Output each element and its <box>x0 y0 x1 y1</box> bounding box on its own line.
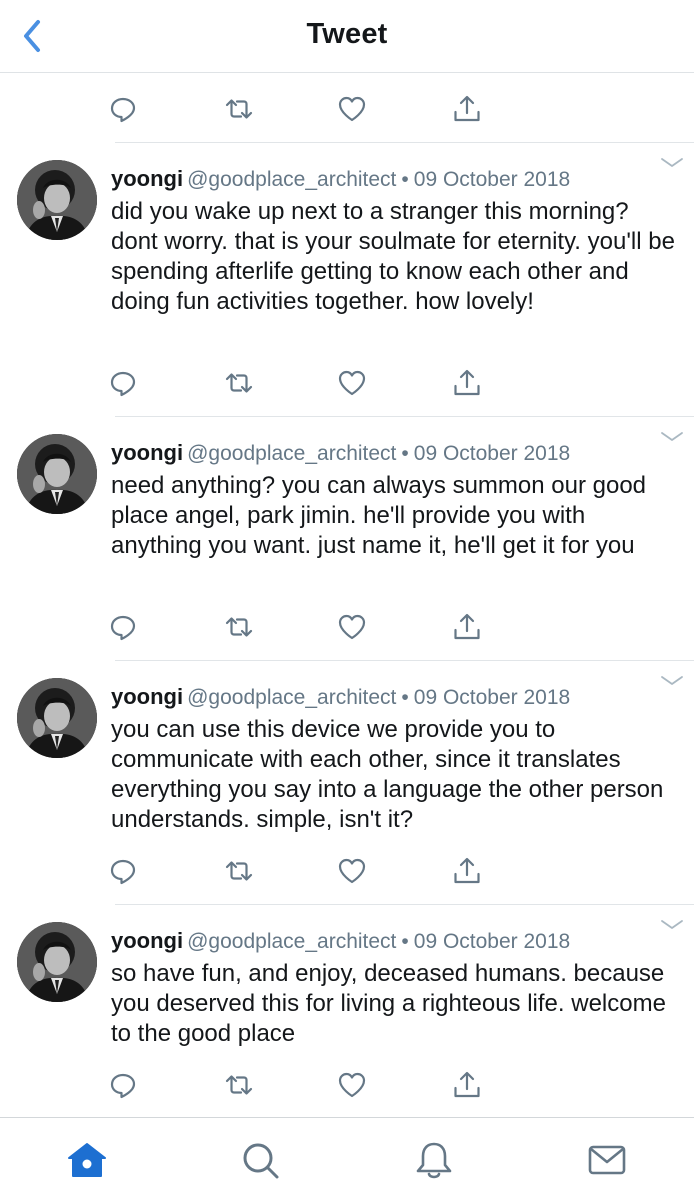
tweet-menu-button[interactable] <box>660 430 684 444</box>
retweet-button[interactable] <box>224 368 254 398</box>
separator: • <box>401 930 409 953</box>
share-icon <box>452 612 482 642</box>
reply-icon <box>108 94 138 124</box>
like-button[interactable] <box>337 94 367 124</box>
tweet-menu-button[interactable] <box>660 156 684 170</box>
tweet-text: need anything? you can always summon our… <box>111 472 647 559</box>
retweet-button[interactable] <box>224 94 254 124</box>
reply-icon <box>108 856 138 886</box>
share-icon <box>452 1070 482 1100</box>
tweet-header: yoongi @goodplace_architect • 09 October 20… <box>111 928 570 955</box>
divider <box>115 660 694 661</box>
avatar[interactable] <box>17 678 97 758</box>
tweet-actions <box>0 1064 694 1104</box>
display-name[interactable]: yoongi <box>111 166 183 191</box>
tweet-actions <box>0 850 694 890</box>
like-icon <box>337 856 367 886</box>
notifications-icon <box>416 1142 452 1179</box>
reply-icon <box>108 1070 138 1100</box>
chevron-down-icon <box>660 156 684 170</box>
retweet-icon <box>224 612 254 642</box>
handle[interactable]: @goodplace_architect <box>187 442 396 465</box>
like-icon <box>337 612 367 642</box>
chevron-down-icon <box>660 674 684 688</box>
reply-button[interactable] <box>108 368 138 398</box>
home-icon <box>68 1143 106 1177</box>
retweet-icon <box>224 368 254 398</box>
like-icon <box>337 368 367 398</box>
display-name[interactable]: yoongi <box>111 684 183 709</box>
tab-messages[interactable] <box>585 1138 629 1182</box>
share-icon <box>452 94 482 124</box>
tab-notifications[interactable] <box>412 1138 456 1182</box>
retweet-button[interactable] <box>224 612 254 642</box>
reply-button[interactable] <box>108 94 138 124</box>
retweet-button[interactable] <box>224 1070 254 1100</box>
avatar[interactable] <box>17 922 97 1002</box>
search-icon <box>243 1143 279 1179</box>
tweet-actions <box>0 606 694 646</box>
retweet-icon <box>224 1070 254 1100</box>
share-icon <box>452 368 482 398</box>
reply-icon <box>108 368 138 398</box>
messages-icon <box>588 1145 626 1175</box>
top-bar: Tweet <box>0 0 694 73</box>
tab-bar <box>0 1117 694 1201</box>
like-button[interactable] <box>337 612 367 642</box>
reply-button[interactable] <box>108 612 138 642</box>
separator: • <box>401 168 409 191</box>
tweet-text: you can use this device we provide you t… <box>111 716 664 833</box>
reply-button[interactable] <box>108 856 138 886</box>
divider <box>115 904 694 905</box>
handle[interactable]: @goodplace_architect <box>187 168 396 191</box>
avatar[interactable] <box>17 160 97 240</box>
page-title: Tweet <box>306 18 388 50</box>
tweet-actions <box>0 88 694 128</box>
tweet-menu-button[interactable] <box>660 918 684 932</box>
reply-icon <box>108 612 138 642</box>
tweet-text: did you wake up next to a stranger this … <box>111 198 675 315</box>
tab-search[interactable] <box>238 1138 282 1182</box>
retweet-icon <box>224 856 254 886</box>
reply-button[interactable] <box>108 1070 138 1100</box>
like-button[interactable] <box>337 368 367 398</box>
share-button[interactable] <box>452 856 482 886</box>
display-name[interactable]: yoongi <box>111 928 183 953</box>
tweet-date: 09 October 2018 <box>413 168 571 191</box>
tweet-header: yoongi @goodplace_architect • 09 October 20… <box>111 684 570 711</box>
handle[interactable]: @goodplace_architect <box>187 930 396 953</box>
like-icon <box>337 1070 367 1100</box>
chevron-down-icon <box>660 918 684 932</box>
tweet-actions <box>0 362 694 402</box>
share-button[interactable] <box>452 612 482 642</box>
like-button[interactable] <box>337 1070 367 1100</box>
tweet-date: 09 October 2018 <box>413 686 571 709</box>
tweet-header: yoongi @goodplace_architect • 09 October 20… <box>111 440 570 467</box>
separator: • <box>401 442 409 465</box>
share-button[interactable] <box>452 94 482 124</box>
display-name[interactable]: yoongi <box>111 440 183 465</box>
tweet-header: yoongi @goodplace_architect • 09 October 20… <box>111 166 570 193</box>
retweet-icon <box>224 94 254 124</box>
separator: • <box>401 686 409 709</box>
like-button[interactable] <box>337 856 367 886</box>
chevron-down-icon <box>660 430 684 444</box>
like-icon <box>337 94 367 124</box>
tab-home[interactable] <box>65 1138 109 1182</box>
tweet-date: 09 October 2018 <box>413 930 571 953</box>
tweet-menu-button[interactable] <box>660 674 684 688</box>
tweet-text: so have fun, and enjoy, deceased humans.… <box>111 960 666 1047</box>
divider <box>115 142 694 143</box>
tweet-date: 09 October 2018 <box>413 442 571 465</box>
share-button[interactable] <box>452 1070 482 1100</box>
divider <box>115 416 694 417</box>
retweet-button[interactable] <box>224 856 254 886</box>
handle[interactable]: @goodplace_architect <box>187 686 396 709</box>
share-button[interactable] <box>452 368 482 398</box>
avatar[interactable] <box>17 434 97 514</box>
share-icon <box>452 856 482 886</box>
